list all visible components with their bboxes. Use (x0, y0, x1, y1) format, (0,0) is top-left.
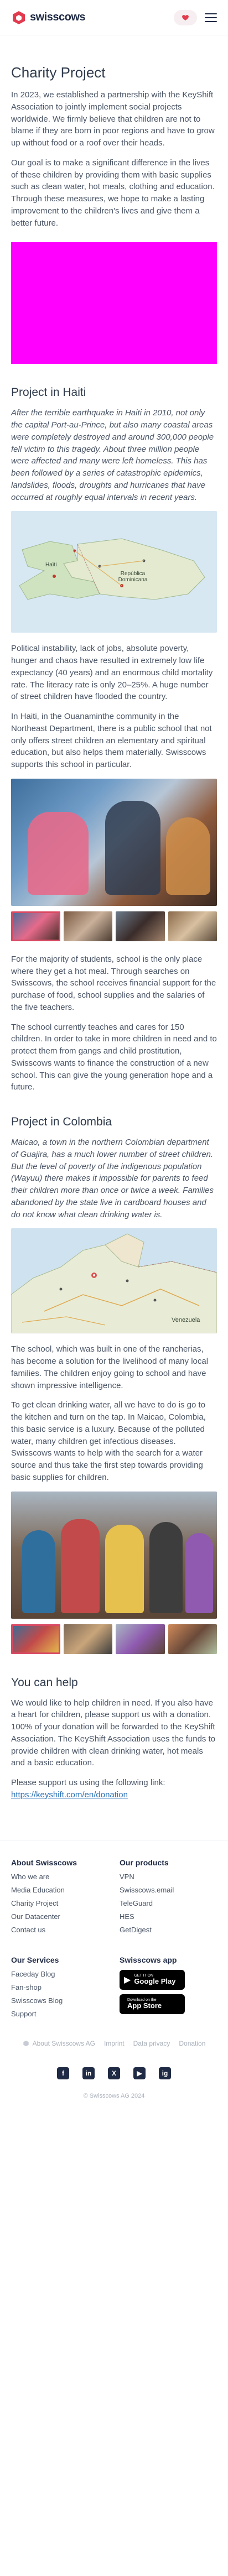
promo-banner (11, 242, 217, 364)
instagram-icon[interactable]: ig (159, 2067, 171, 2079)
footer-app-title: Swisscows app (120, 1955, 177, 1964)
app-store-button[interactable]: Download on the App Store (120, 1994, 185, 2014)
footer-link-teleguard[interactable]: TeleGuard (120, 1899, 217, 1907)
footer-link-vpn[interactable]: VPN (120, 1873, 217, 1881)
footer-app: Swisscows app ▶ GET IT ON Google Play Dow… (120, 1956, 217, 2023)
footer-products-title: Our products (120, 1858, 169, 1867)
thumbnail[interactable] (116, 1624, 165, 1654)
map-label-haiti: Haïti (45, 562, 57, 569)
footer-about-title: About Swisscows (11, 1858, 77, 1867)
thumbnail[interactable] (11, 1624, 60, 1654)
google-play-label: Google Play (134, 1977, 176, 1986)
thumbnail[interactable] (116, 911, 165, 941)
google-play-button[interactable]: ▶ GET IT ON Google Play (120, 1969, 185, 1990)
footer-legal-donation[interactable]: Donation (179, 2040, 205, 2047)
thumbnail[interactable] (11, 911, 60, 941)
footer-link-getdigest[interactable]: GetDigest (120, 1926, 217, 1934)
help-paragraph-1: We would like to help children in need. … (11, 1698, 216, 1768)
haiti-paragraph-4: The school currently teaches and cares f… (11, 1022, 217, 1092)
page-title: Charity Project (11, 64, 106, 81)
brand-name: swisscows (30, 11, 86, 23)
social-links: f in X ▶ ig (11, 2067, 217, 2079)
app-store-label: App Store (127, 2001, 162, 2010)
footer-services: Our Services Faceday Blog Fan-shop Swiss… (11, 1956, 108, 2023)
haiti-paragraph-1: Political instability, lack of jobs, abs… (11, 644, 213, 702)
footer-legal-privacy[interactable]: Data privacy (133, 2040, 170, 2047)
donation-link[interactable]: https://keyshift.com/en/donation (11, 1790, 128, 1800)
help-title: You can help (11, 1676, 78, 1689)
footer-link-blog[interactable]: Swisscows Blog (11, 1996, 108, 2005)
haiti-paragraph-2: In Haiti, in the Ouanaminthe community i… (11, 712, 212, 769)
intro-paragraph-1: In 2023, we established a partnership wi… (11, 90, 215, 148)
haiti-thumbnails (11, 911, 217, 941)
thumbnail[interactable] (63, 1624, 112, 1654)
intro-paragraph-2: Our goal is to make a significant differ… (11, 158, 215, 228)
footer-link-datacenter[interactable]: Our Datacenter (11, 1912, 108, 1921)
haiti-map: Haïti República Dominicana (11, 511, 217, 633)
heart-icon (182, 14, 189, 20)
footer-link-email[interactable]: Swisscows.email (120, 1886, 217, 1894)
site-footer: About Swisscows Who we are Media Educati… (0, 1839, 228, 2116)
menu-icon[interactable] (205, 13, 217, 22)
colombia-title: Project in Colombia (11, 1115, 112, 1128)
haiti-paragraph-3: For the majority of students, school is … (11, 954, 216, 1012)
copyright: © Swisscows AG 2024 (83, 2092, 145, 2099)
footer-link-hes[interactable]: HES (120, 1912, 217, 1921)
facebook-icon[interactable]: f (57, 2067, 69, 2079)
colombia-gallery-photo[interactable] (11, 1491, 217, 1619)
footer-link-support[interactable]: Support (11, 2010, 108, 2018)
map-label-dominican: República Dominicana (118, 571, 148, 583)
swisscows-logo-icon (13, 11, 25, 24)
colombia-map: Venezuela (11, 1228, 217, 1334)
donate-heart-button[interactable] (174, 9, 197, 25)
footer-link-media-education[interactable]: Media Education (11, 1886, 108, 1894)
footer-legal-about[interactable]: About Swisscows AG (23, 2040, 95, 2047)
site-header: swisscows (0, 0, 228, 35)
help-link-intro: Please support us using the following li… (11, 1778, 165, 1787)
footer-products: Our products VPN Swisscows.email TeleGua… (120, 1858, 217, 1939)
thumbnail[interactable] (168, 1624, 217, 1654)
colombia-lead: Maicao, a town in the northern Colombian… (11, 1138, 214, 1219)
haiti-title: Project in Haiti (11, 386, 86, 399)
footer-link-charity-project[interactable]: Charity Project (11, 1899, 108, 1907)
colombia-thumbnails (11, 1624, 217, 1654)
x-twitter-icon[interactable]: X (108, 2067, 120, 2079)
colombia-paragraph-2: To get clean drinking water, all we have… (11, 1400, 206, 1482)
footer-link-who-we-are[interactable]: Who we are (11, 1873, 108, 1881)
linkedin-icon[interactable]: in (82, 2067, 95, 2079)
thumbnail[interactable] (63, 911, 112, 941)
footer-services-title: Our Services (11, 1955, 59, 1964)
footer-link-fanshop[interactable]: Fan-shop (11, 1983, 108, 1991)
logo[interactable]: swisscows (11, 10, 86, 25)
map-label-venezuela: Venezuela (172, 1317, 200, 1324)
footer-link-faceday[interactable]: Faceday Blog (11, 1970, 108, 1978)
footer-legal-imprint[interactable]: Imprint (104, 2040, 125, 2047)
colombia-paragraph-1: The school, which was built in one of th… (11, 1344, 209, 1390)
haiti-lead: After the terrible earthquake in Haiti i… (11, 408, 214, 502)
footer-legal: About Swisscows AG Imprint Data privacy … (11, 2040, 217, 2047)
google-play-icon: ▶ (124, 1975, 131, 1985)
thumbnail[interactable] (168, 911, 217, 941)
footer-legal-about-label: About Swisscows AG (32, 2039, 95, 2047)
help-paragraph-2: Please support us using the following li… (11, 1777, 217, 1801)
swisscows-small-icon (23, 2040, 29, 2046)
footer-about: About Swisscows Who we are Media Educati… (11, 1858, 108, 1939)
footer-link-contact[interactable]: Contact us (11, 1926, 108, 1934)
youtube-icon[interactable]: ▶ (133, 2067, 146, 2079)
haiti-gallery-photo[interactable] (11, 778, 217, 906)
main-content: Charity Project In 2023, we established … (0, 64, 228, 1801)
